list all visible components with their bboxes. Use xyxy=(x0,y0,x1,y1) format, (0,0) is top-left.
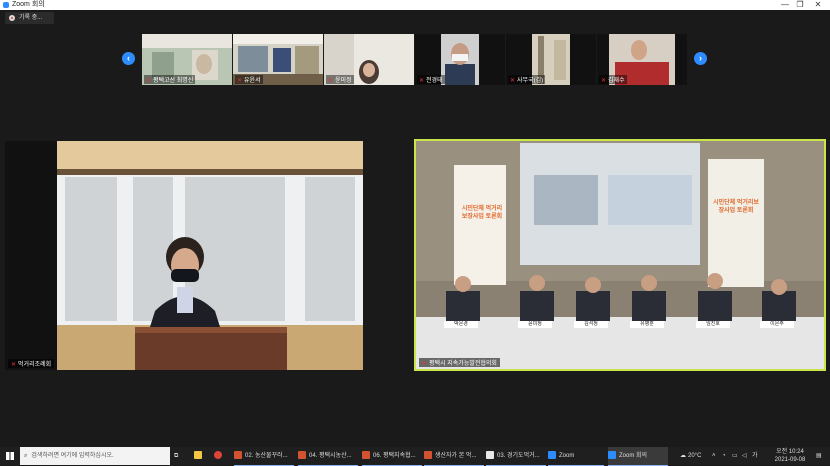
weather-widget[interactable]: ☁ 20°C xyxy=(680,447,708,465)
mic-muted-icon: ✕ xyxy=(237,78,243,84)
powerpoint-icon xyxy=(298,451,306,460)
participant-tile[interactable]: ✕ 유윤서 xyxy=(233,34,323,85)
window-titlebar: Zoom 회의 — ❐ ✕ xyxy=(0,0,830,10)
chevron-left-icon: ‹ xyxy=(127,53,130,63)
participant-name: ✕ 평택고산 최명신 xyxy=(144,75,196,84)
participant-tile[interactable]: ✕ 윤미정 xyxy=(324,34,414,85)
chevron-right-icon: › xyxy=(699,53,702,63)
search-input[interactable]: ⌕ 검색하려면 여기에 입력하십시오. xyxy=(20,447,170,465)
taskbar-app[interactable]: 생산자가 본 먹... xyxy=(424,447,484,466)
mic-muted-icon: ✕ xyxy=(11,362,17,368)
wifi-icon[interactable]: ◔ xyxy=(722,447,730,465)
participant-tile[interactable]: ✕ 평택고산 최명신 xyxy=(142,34,232,85)
maximize-button[interactable]: ❐ xyxy=(791,0,809,10)
record-icon xyxy=(9,15,15,21)
participant-name: ✕ 김재수 xyxy=(599,75,627,84)
taskbar-app[interactable]: 04. 평택시농산... xyxy=(298,447,358,466)
clock-time: 오전 10:24 xyxy=(776,449,804,455)
notification-icon[interactable]: ▤ xyxy=(816,447,826,465)
ime-indicator[interactable]: 가 xyxy=(752,447,762,465)
name-plate: 박은경 xyxy=(444,321,478,328)
task-view-icon[interactable]: ⧉ xyxy=(174,447,184,465)
mic-muted-icon: ✕ xyxy=(601,78,607,84)
participant-name: ✕ 사무국(김) xyxy=(508,75,546,84)
speaker-tile-right[interactable]: 시민단체 먹거리보장사업 토론회 시민단체 먹거리보장사업 토론회 박은경 윤미… xyxy=(414,139,826,371)
name-plate: 김석정 xyxy=(574,321,608,328)
gallery-next-button[interactable]: › xyxy=(694,52,707,65)
taskbar-app[interactable]: 02. 농산물꾸러... xyxy=(234,447,294,466)
mic-muted-icon: ✕ xyxy=(146,78,152,84)
file-explorer-icon[interactable] xyxy=(194,447,204,465)
video-feed xyxy=(416,141,824,369)
mic-muted-icon: ✕ xyxy=(328,78,334,84)
name-plate: 윤미정 xyxy=(518,321,552,328)
banner-right: 시민단체 먹거리보장사업 토론회 xyxy=(713,200,759,214)
taskbar-app[interactable]: 06. 평택지속협... xyxy=(362,447,422,466)
volume-icon[interactable]: ◁ xyxy=(742,447,750,465)
clock[interactable]: 오전 10:24 2021-09-08 xyxy=(768,447,812,466)
participant-name: ✕ 전경태 xyxy=(417,75,445,84)
mic-muted-icon: ✕ xyxy=(419,78,425,84)
search-icon: ⌕ xyxy=(24,453,28,459)
taskbar-app[interactable]: Zoom xyxy=(548,447,604,466)
cloud-icon: ☁ xyxy=(680,453,686,459)
mic-muted-icon: ✕ xyxy=(422,361,428,367)
participant-tile[interactable]: ✕ 김재수 xyxy=(597,34,687,85)
zoom-icon xyxy=(548,451,556,460)
clock-date: 2021-09-08 xyxy=(774,457,806,463)
participant-name: ✕ 윤미정 xyxy=(326,75,354,84)
close-button[interactable]: ✕ xyxy=(809,0,827,10)
taskbar-app[interactable]: Zoom 회의 xyxy=(608,447,668,466)
banner-left: 시민단체 먹거리보장사업 토론회 xyxy=(461,206,503,220)
recording-label: 기록 중... xyxy=(19,15,43,21)
powerpoint-icon xyxy=(234,451,242,460)
chevron-up-icon[interactable]: ˄ xyxy=(712,447,720,465)
taskbar: ⌕ 검색하려면 여기에 입력하십시오. ⧉ 02. 농산물꾸러... 04. 평택… xyxy=(0,447,830,466)
powerpoint-icon xyxy=(424,451,432,460)
name-plate: 임진호 xyxy=(696,321,730,328)
window-title: Zoom 회의 xyxy=(12,1,45,8)
zoom-icon xyxy=(608,451,616,460)
name-plate: 이은주 xyxy=(760,321,794,328)
name-plate: 유병훈 xyxy=(630,321,664,328)
chrome-icon[interactable] xyxy=(214,447,226,465)
zoom-icon xyxy=(3,2,9,8)
recording-indicator[interactable]: 기록 중... xyxy=(5,12,54,24)
start-button[interactable] xyxy=(6,447,18,465)
battery-icon[interactable]: ▭ xyxy=(732,447,740,465)
gallery-prev-button[interactable]: ‹ xyxy=(122,52,135,65)
participant-name: ✕ 평택시 지속가능발전협의회 xyxy=(419,358,500,367)
pdf-icon xyxy=(486,451,494,460)
participant-tile[interactable]: ✕ 전경태 xyxy=(415,34,505,85)
powerpoint-icon xyxy=(362,451,370,460)
video-feed xyxy=(57,141,363,370)
participant-name: ✕ 먹거리조례회 xyxy=(8,359,55,368)
windows-icon xyxy=(6,452,14,460)
mic-muted-icon: ✕ xyxy=(510,78,516,84)
participant-tile[interactable]: ✕ 사무국(김) xyxy=(506,34,596,85)
participant-name: ✕ 유윤서 xyxy=(235,75,263,84)
taskbar-app[interactable]: 03. 경기도먹거... xyxy=(486,447,546,466)
speaker-tile-left[interactable]: ✕ 먹거리조례회 xyxy=(5,141,363,370)
